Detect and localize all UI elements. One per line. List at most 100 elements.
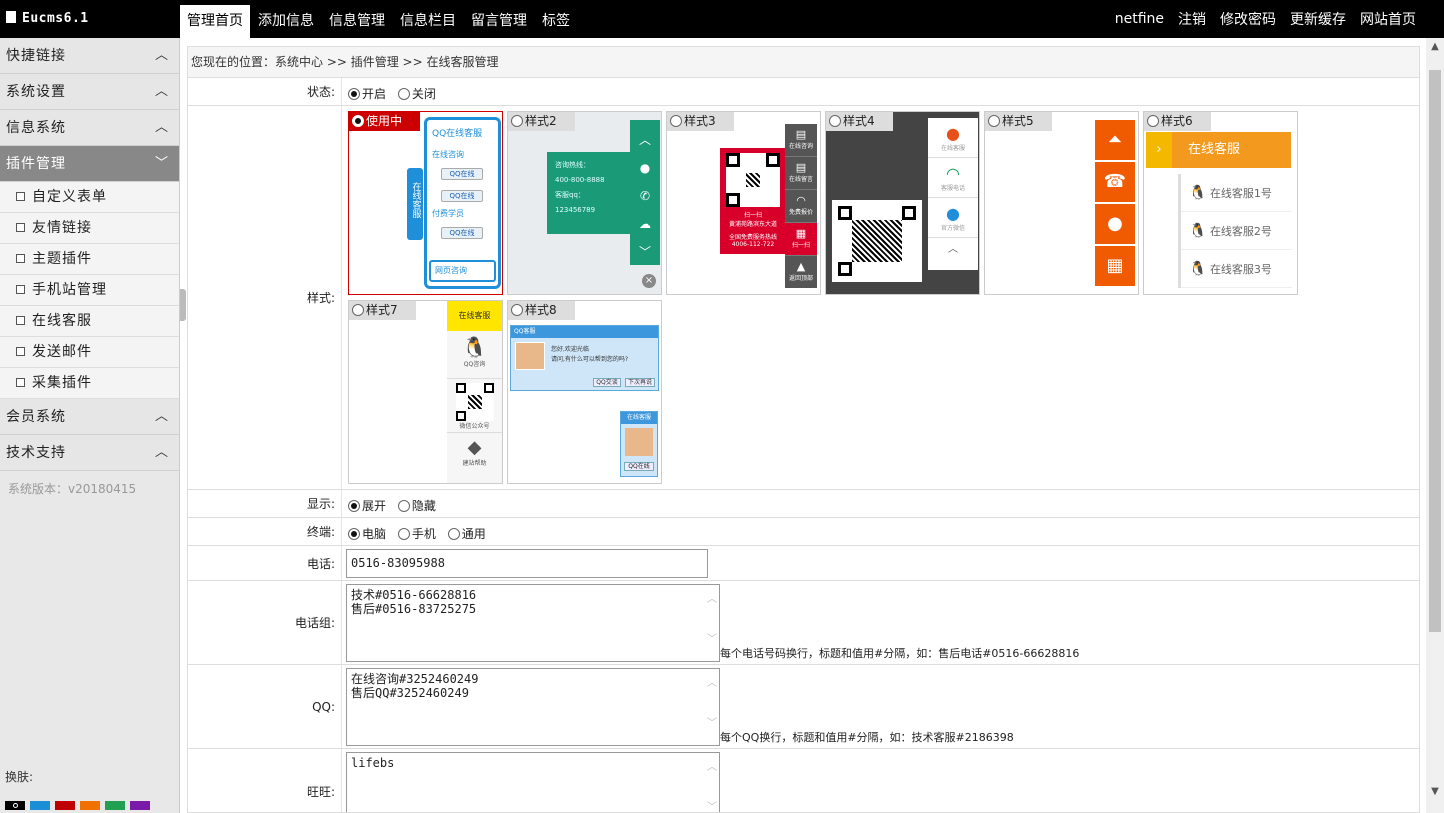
chevron-up-icon: ︿ <box>948 244 958 255</box>
wechat-icon: ● <box>946 204 960 223</box>
skin-swatch-red[interactable] <box>55 801 75 810</box>
skin-swatch-orange[interactable] <box>80 801 100 810</box>
style-option-5-label: 样式5 <box>985 112 1052 131</box>
nav-messages[interactable]: 留言管理 <box>464 5 534 38</box>
sidebar-item-mobile-site[interactable]: 手机站管理 <box>0 275 179 306</box>
chevron-up-icon: ︿ <box>154 409 169 424</box>
sidebar-item-collector[interactable]: 采集插件 <box>0 368 179 399</box>
qr-code-icon <box>726 153 780 207</box>
top-bar: Eucms6.1 管理首页 添加信息 信息管理 信息栏目 留言管理 标签 net… <box>0 0 1444 38</box>
sidebar-section-plugins[interactable]: 插件管理 ﹀ <box>0 146 179 182</box>
option-label: 样式8 <box>525 303 557 317</box>
wangwang-textarea[interactable]: lifebs ︿ ﹀ <box>346 752 720 812</box>
style-option-8[interactable]: 样式8 QQ客服 您好,欢迎光临 请问,有什么可以帮到您的吗? QQ交谈 下次再… <box>507 300 662 484</box>
version-text: 系统版本：v20180415 <box>8 482 137 496</box>
sidebar-item-friend-links[interactable]: 友情链接 <box>0 213 179 244</box>
style-option-1[interactable]: 使用中 在线客服 QQ在线客服 在线咨询 QQ在线 QQ在线 付费学员 QQ在线… <box>348 111 503 295</box>
scroll-up-icon[interactable]: ▲ <box>1426 38 1444 56</box>
option-label: 样式7 <box>366 303 398 317</box>
nav-add-info[interactable]: 添加信息 <box>251 5 321 38</box>
preview2-info-box: 咨询热线： 400-800-8888 客服qq： 123456789 <box>547 152 633 234</box>
terminal-pc-radio[interactable]: 电脑 <box>348 527 386 541</box>
terminal-options: 电脑 手机 通用 <box>348 525 494 542</box>
sidebar-item-online-service[interactable]: 在线客服 <box>0 306 179 337</box>
style-option-3[interactable]: 样式3 扫一扫 黄浦苑路滨东大道 全国免费服务热线 4006-112-722 ▤… <box>666 111 821 295</box>
radio-icon <box>352 304 364 316</box>
skin-swatch-blue[interactable] <box>30 801 50 810</box>
nav-tags[interactable]: 标签 <box>535 5 577 38</box>
sidebar-item-theme-plugin[interactable]: 主题插件 <box>0 244 179 275</box>
radio-icon <box>829 115 841 127</box>
style-option-6[interactable]: 样式6 › 在线客服 🐧 在线客服1号 🐧 在线客服2号 🐧 在线客服3号 <box>1143 111 1298 295</box>
change-password-link[interactable]: 修改密码 <box>1220 9 1276 29</box>
sidebar-item-send-mail[interactable]: 发送邮件 <box>0 337 179 368</box>
wangwang-label: 旺旺: <box>188 749 342 812</box>
style-option-4[interactable]: 样式4 ● 在线客服 ◠ 客服电话 ● 官方微信 ︿ <box>825 111 980 295</box>
section-label: 会员系统 <box>6 409 66 425</box>
option-label: 样式4 <box>843 114 875 128</box>
scroll-down-icon[interactable]: ▼ <box>1426 783 1444 801</box>
chevron-up-icon: ︿ <box>154 84 169 99</box>
terminal-mobile-radio[interactable]: 手机 <box>397 527 436 541</box>
sidebar-section-quick-links[interactable]: 快捷链接 ︿ <box>0 38 179 74</box>
display-hide-radio[interactable]: 隐藏 <box>397 499 436 513</box>
phone-group-textarea[interactable]: 技术#0516-66628816 售后#0516-83725275 ︿ ﹀ <box>346 584 720 662</box>
row-status: 状态: 开启 关闭 <box>188 78 1419 106</box>
sidebar-section-support[interactable]: 技术支持 ︿ <box>0 435 179 471</box>
textarea-scrollbar[interactable]: ︿ ﹀ <box>705 669 719 745</box>
username[interactable]: netfine <box>1115 11 1164 27</box>
option-label: 隐藏 <box>411 499 436 513</box>
sidebar-item-custom-form[interactable]: 自定义表单 <box>0 182 179 213</box>
qq-textarea[interactable]: 在线咨询#3252460249 售后QQ#3252460249 ︿ ﹀ <box>346 668 720 746</box>
chevron-right-icon: › <box>1146 132 1172 168</box>
phone-input[interactable]: 0516-83095988 <box>346 549 708 578</box>
textarea-scrollbar[interactable]: ︿ ﹀ <box>705 753 719 812</box>
style-option-5[interactable]: 样式5 ⏶ ☎ ● ▦ <box>984 111 1139 295</box>
section-label: 系统设置 <box>6 84 66 100</box>
skin-swatch-green[interactable] <box>105 801 125 810</box>
item-box-icon <box>16 285 25 294</box>
sidebar-section-info-system[interactable]: 信息系统 ︿ <box>0 110 179 146</box>
page-scrollbar[interactable]: ▲ ▼ <box>1426 38 1444 813</box>
breadcrumb: 您现在的位置：系统中心 >> 插件管理 >> 在线客服管理 <box>188 47 1419 78</box>
style-option-2[interactable]: 样式2 咨询热线： 400-800-8888 客服qq： 123456789 ︿… <box>507 111 662 295</box>
icon-label: 建站帮助 <box>462 460 487 467</box>
preview3-qr-panel: 扫一扫 黄浦苑路滨东大道 全国免费服务热线 4006-112-722 <box>720 148 786 254</box>
site-home-link[interactable]: 网站首页 <box>1360 9 1416 29</box>
status-on-radio[interactable]: 开启 <box>348 87 386 101</box>
textarea-scrollbar[interactable]: ︿ ﹀ <box>705 585 719 661</box>
sidebar-section-members[interactable]: 会员系统 ︿ <box>0 399 179 435</box>
item-box-icon <box>16 254 25 263</box>
display-label: 显示: <box>188 490 342 517</box>
terminal-all-radio[interactable]: 通用 <box>447 527 486 541</box>
scrollbar-thumb[interactable] <box>1429 70 1441 632</box>
phone-group-label: 电话组: <box>188 581 342 664</box>
display-options: 展开 隐藏 <box>348 497 444 514</box>
phone-icon: ✆ <box>639 189 651 203</box>
penguin-icon: 🐧 <box>1189 223 1207 239</box>
preview8-mini: 在线客服 QQ在线 <box>620 411 658 477</box>
sidebar-section-system-settings[interactable]: 系统设置 ︿ <box>0 74 179 110</box>
preview1-footer: 网页咨询 <box>429 260 496 282</box>
item-box-icon <box>16 378 25 387</box>
chevron-up-icon: ︿ <box>638 133 651 147</box>
skin-swatch-black[interactable] <box>5 801 25 810</box>
logout-link[interactable]: 注销 <box>1178 9 1206 29</box>
preview1-panel: QQ在线客服 在线咨询 QQ在线 QQ在线 付费学员 QQ在线 网页咨询 <box>424 117 501 289</box>
chevron-up-icon: ︿ <box>154 120 169 135</box>
section-label: 快捷链接 <box>6 48 66 64</box>
display-expand-radio[interactable]: 展开 <box>348 499 386 513</box>
nav-info-columns[interactable]: 信息栏目 <box>393 5 463 38</box>
sidebar-collapse-handle[interactable] <box>180 289 186 321</box>
row-qq: QQ: 在线咨询#3252460249 售后QQ#3252460249 ︿ ﹀ 每个… <box>188 665 1419 749</box>
style-option-7[interactable]: 样式7 在线客服 🐧 QQ咨询 微信公众号 ◆ 建站帮助 <box>348 300 503 484</box>
headset-icon: ◠ <box>796 194 806 207</box>
nav-admin-home[interactable]: 管理首页 <box>180 5 250 38</box>
chevron-up-icon: ︿ <box>154 445 169 460</box>
nav-info-manage[interactable]: 信息管理 <box>322 5 392 38</box>
radio-icon <box>397 88 410 100</box>
status-off-radio[interactable]: 关闭 <box>397 87 436 101</box>
refresh-cache-link[interactable]: 更新缓存 <box>1290 9 1346 29</box>
skin-swatch-purple[interactable] <box>130 801 150 810</box>
preview4-item: ● 官方微信 <box>928 198 978 238</box>
